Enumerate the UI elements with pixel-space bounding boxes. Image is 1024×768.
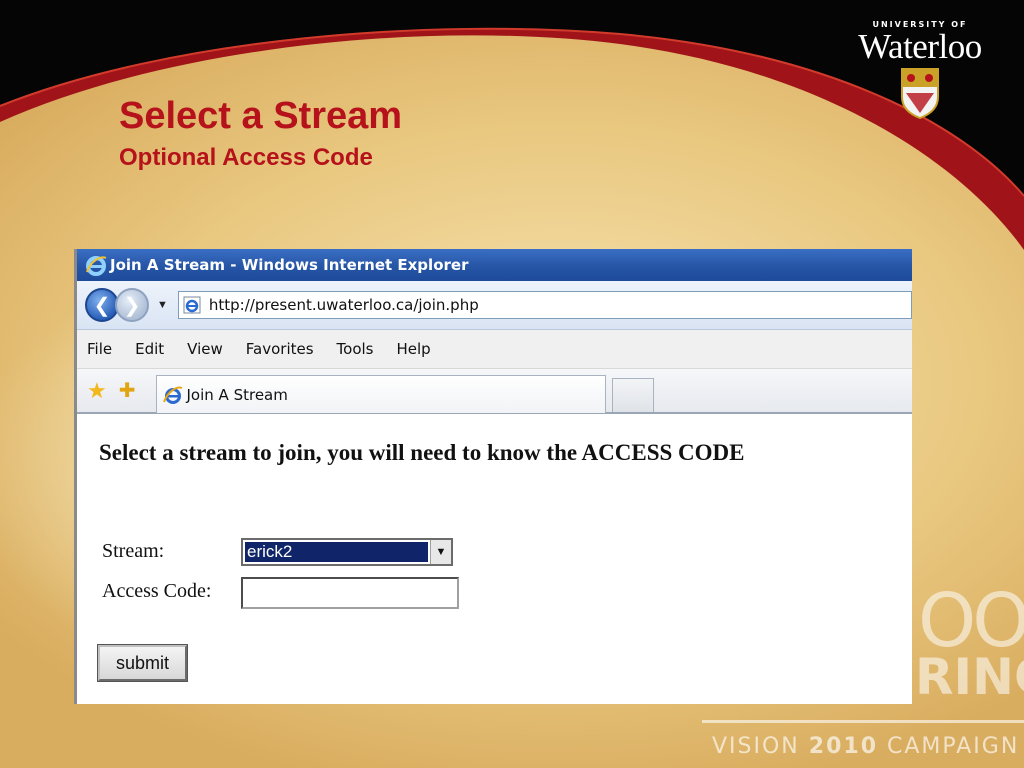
slide-subtitle: Optional Access Code [119, 144, 373, 171]
menu-favorites[interactable]: Favorites [246, 340, 314, 358]
stream-select[interactable]: erick2 ▼ [241, 538, 453, 566]
internet-explorer-icon [86, 256, 107, 276]
star-icon[interactable]: ★ [87, 379, 107, 402]
internet-explorer-icon [162, 386, 182, 404]
campaign-year: 2010 [808, 734, 878, 759]
menu-help[interactable]: Help [397, 340, 431, 358]
chevron-down-icon[interactable]: ▼ [430, 540, 451, 564]
favorites-bar: ★ ✚ Join A Stream [77, 369, 912, 414]
menu-file[interactable]: File [87, 340, 112, 358]
history-dropdown-icon[interactable]: ▼ [157, 299, 168, 311]
slide: UNIVERSITY OF Waterloo Select a Stream O… [0, 0, 1024, 768]
stream-selected-value: erick2 [245, 542, 428, 562]
university-logo: UNIVERSITY OF Waterloo [845, 20, 995, 119]
browser-window: Join A Stream - Windows Internet Explore… [74, 249, 912, 704]
access-code-input[interactable] [241, 577, 459, 609]
tab-join-a-stream[interactable]: Join A Stream [155, 375, 606, 413]
tab-label: Join A Stream [186, 385, 288, 404]
campaign-suffix: CAMPAIGN [887, 734, 1020, 759]
window-title: Join A Stream - Windows Internet Explore… [110, 256, 469, 274]
page-icon [183, 296, 201, 314]
menu-view[interactable]: View [187, 340, 223, 358]
menu-edit[interactable]: Edit [135, 340, 164, 358]
slide-title: Select a Stream [119, 95, 403, 137]
campaign-prefix: VISION [712, 734, 800, 759]
watermark-campaign: VISION 2010 CAMPAIGN [712, 734, 1019, 759]
menu-bar: File Edit View Favorites Tools Help [77, 330, 912, 369]
address-bar-row: ❮ ❯ ▼ http://present.uwaterloo.ca/join.p… [77, 281, 912, 330]
stream-label: Stream: [102, 540, 165, 562]
menu-tools[interactable]: Tools [337, 340, 374, 358]
new-tab-button[interactable] [611, 378, 654, 412]
watermark-divider [702, 720, 1024, 723]
submit-button[interactable]: submit [98, 645, 187, 681]
address-url: http://present.uwaterloo.ca/join.php [208, 296, 479, 314]
access-code-label: Access Code: [102, 580, 212, 602]
watermark-ring: RING [915, 648, 1024, 706]
page-content: Select a stream to join, you will need t… [77, 414, 912, 704]
back-arrow-icon[interactable]: ❮ [85, 288, 119, 322]
address-input[interactable]: http://present.uwaterloo.ca/join.php [177, 291, 912, 319]
logo-name: Waterloo [858, 27, 982, 66]
forward-arrow-icon[interactable]: ❯ [115, 288, 149, 322]
window-titlebar[interactable]: Join A Stream - Windows Internet Explore… [77, 249, 912, 281]
page-heading: Select a stream to join, you will need t… [99, 440, 745, 465]
crest-icon [901, 68, 939, 119]
add-favorite-icon[interactable]: ✚ [119, 381, 136, 401]
